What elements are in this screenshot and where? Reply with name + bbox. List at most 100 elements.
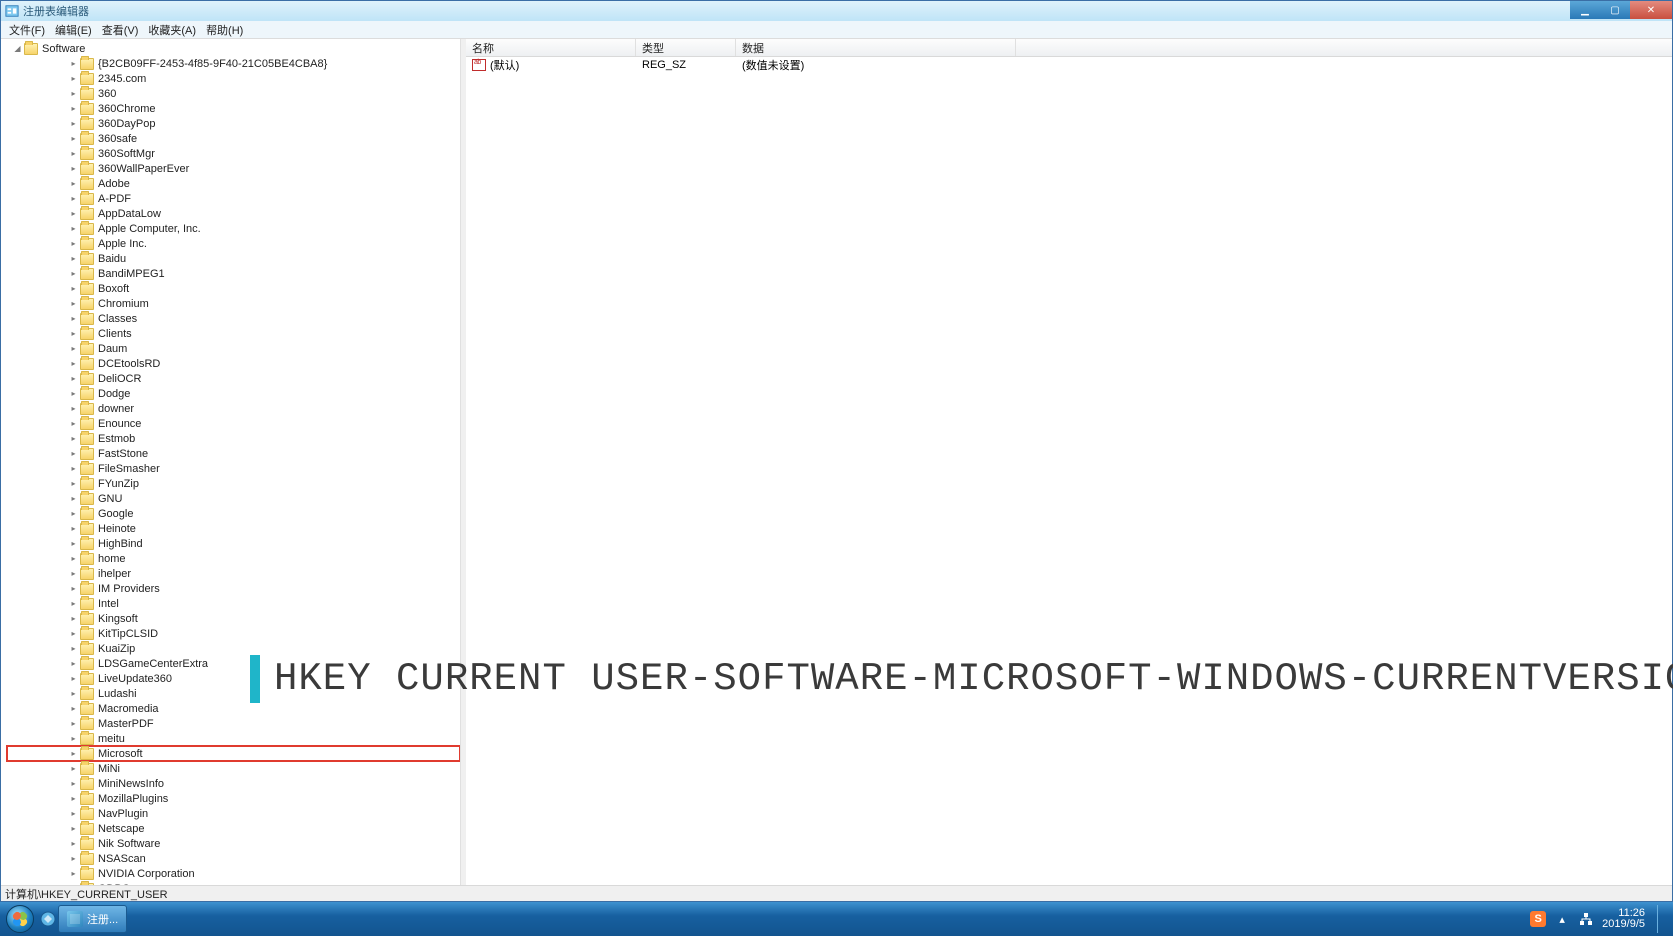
tree-label: Daum xyxy=(98,343,127,355)
tree-item-netscape[interactable]: ▸Netscape xyxy=(7,821,460,836)
tree-label: Baidu xyxy=(98,253,126,265)
tree-item-nsascan[interactable]: ▸NSAScan xyxy=(7,851,460,866)
tree-item-clients[interactable]: ▸Clients xyxy=(7,326,460,341)
tree-item-faststone[interactable]: ▸FastStone xyxy=(7,446,460,461)
taskbar-app-regedit[interactable]: 注册... xyxy=(58,905,127,933)
tree-item-kittipclsid[interactable]: ▸KitTipCLSID xyxy=(7,626,460,641)
tree-item-360safe[interactable]: ▸360safe xyxy=(7,131,460,146)
tree-item-microsoft[interactable]: ▸Microsoft xyxy=(7,746,460,761)
tree-item-daum[interactable]: ▸Daum xyxy=(7,341,460,356)
tree-item-navplugin[interactable]: ▸NavPlugin xyxy=(7,806,460,821)
menu-help[interactable]: 帮助(H) xyxy=(202,21,247,39)
col-name[interactable]: 名称 xyxy=(466,39,636,56)
tree-item-deliocr[interactable]: ▸DeliOCR xyxy=(7,371,460,386)
tree-item-dodge[interactable]: ▸Dodge xyxy=(7,386,460,401)
tree-item-apple-inc[interactable]: ▸Apple Inc. xyxy=(7,236,460,251)
tree-item-gnu[interactable]: ▸GNU xyxy=(7,491,460,506)
value-type: REG_SZ xyxy=(642,59,686,71)
list-body[interactable]: (默认)REG_SZ(数值未设置) xyxy=(466,57,1672,885)
col-data[interactable]: 数据 xyxy=(736,39,1016,56)
menu-view[interactable]: 查看(V) xyxy=(98,21,143,39)
taskbar-app-label: 注册... xyxy=(87,911,118,927)
menu-file[interactable]: 文件(F) xyxy=(5,21,49,39)
tree-item-apple-computer-inc[interactable]: ▸Apple Computer, Inc. xyxy=(7,221,460,236)
tree-item-enounce[interactable]: ▸Enounce xyxy=(7,416,460,431)
tree-item-360daypop[interactable]: ▸360DayPop xyxy=(7,116,460,131)
value-row[interactable]: (默认)REG_SZ(数值未设置) xyxy=(466,57,1672,73)
pinned-app[interactable] xyxy=(40,911,56,927)
tree-item-meitu[interactable]: ▸meitu xyxy=(7,731,460,746)
expand-icon: ▸ xyxy=(69,329,78,338)
windows-orb-icon xyxy=(6,905,34,933)
folder-icon xyxy=(80,598,94,610)
tree-item-ihelper[interactable]: ▸ihelper xyxy=(7,566,460,581)
close-button[interactable]: ✕ xyxy=(1630,1,1672,19)
client-area: ◢Software▸{B2CB09FF-2453-4f85-9F40-21C05… xyxy=(1,39,1672,885)
tree-item-ldsgamecenterextra[interactable]: ▸LDSGameCenterExtra xyxy=(7,656,460,671)
tree-item-bandimpeg1[interactable]: ▸BandiMPEG1 xyxy=(7,266,460,281)
tree-item-ludashi[interactable]: ▸Ludashi xyxy=(7,686,460,701)
network-icon[interactable] xyxy=(1578,911,1594,927)
expand-icon: ▸ xyxy=(69,824,78,833)
maximize-button[interactable]: ▢ xyxy=(1600,1,1630,19)
tree-item-liveupdate360[interactable]: ▸LiveUpdate360 xyxy=(7,671,460,686)
tree-item-appdatalow[interactable]: ▸AppDataLow xyxy=(7,206,460,221)
tree-item-nvidia-corporation[interactable]: ▸NVIDIA Corporation xyxy=(7,866,460,881)
start-button[interactable] xyxy=(0,902,40,936)
window-title: 注册表编辑器 xyxy=(23,3,89,19)
tree-item-highbind[interactable]: ▸HighBind xyxy=(7,536,460,551)
tree-item-dcetoolsrd[interactable]: ▸DCEtoolsRD xyxy=(7,356,460,371)
tree-item-intel[interactable]: ▸Intel xyxy=(7,596,460,611)
expand-icon: ▸ xyxy=(69,284,78,293)
tree-item-adobe[interactable]: ▸Adobe xyxy=(7,176,460,191)
menu-favorites[interactable]: 收藏夹(A) xyxy=(144,21,200,39)
folder-icon xyxy=(80,658,94,670)
col-type[interactable]: 类型 xyxy=(636,39,736,56)
statusbar: 计算机\HKEY_CURRENT_USER xyxy=(1,885,1672,901)
tree-pane[interactable]: ◢Software▸{B2CB09FF-2453-4f85-9F40-21C05… xyxy=(1,39,461,885)
tree-item-classes[interactable]: ▸Classes xyxy=(7,311,460,326)
tree-root-software[interactable]: ◢Software xyxy=(7,41,460,56)
tree-item-heinote[interactable]: ▸Heinote xyxy=(7,521,460,536)
tray-overflow-icon[interactable]: ▴ xyxy=(1554,911,1570,927)
tree-item-mini[interactable]: ▸MiNi xyxy=(7,761,460,776)
tree-item-kuaizip[interactable]: ▸KuaiZip xyxy=(7,641,460,656)
folder-icon xyxy=(80,748,94,760)
tree-item-b2cb09ff-2453-4f85-9f40-21c05be4cba8[interactable]: ▸{B2CB09FF-2453-4f85-9F40-21C05BE4CBA8} xyxy=(7,56,460,71)
tree-label: Adobe xyxy=(98,178,130,190)
tree-item-masterpdf[interactable]: ▸MasterPDF xyxy=(7,716,460,731)
tree-item-nik-software[interactable]: ▸Nik Software xyxy=(7,836,460,851)
tree-item-boxoft[interactable]: ▸Boxoft xyxy=(7,281,460,296)
titlebar[interactable]: 注册表编辑器 ▁ ▢ ✕ xyxy=(1,1,1672,21)
folder-icon xyxy=(80,613,94,625)
expand-icon: ▸ xyxy=(69,839,78,848)
minimize-button[interactable]: ▁ xyxy=(1570,1,1600,19)
tree-item-mozillaplugins[interactable]: ▸MozillaPlugins xyxy=(7,791,460,806)
expand-icon: ▸ xyxy=(69,374,78,383)
tree-item-360[interactable]: ▸360 xyxy=(7,86,460,101)
tree-item-home[interactable]: ▸home xyxy=(7,551,460,566)
tree-item-kingsoft[interactable]: ▸Kingsoft xyxy=(7,611,460,626)
tree-label: Intel xyxy=(98,598,119,610)
tree-item-odbc[interactable]: ▸ODBC xyxy=(7,881,460,885)
show-desktop-button[interactable] xyxy=(1657,905,1667,933)
tree-item-google[interactable]: ▸Google xyxy=(7,506,460,521)
folder-icon xyxy=(80,298,94,310)
tree-item-macromedia[interactable]: ▸Macromedia xyxy=(7,701,460,716)
tree-item-downer[interactable]: ▸downer xyxy=(7,401,460,416)
tree-item-filesmasher[interactable]: ▸FileSmasher xyxy=(7,461,460,476)
menu-edit[interactable]: 编辑(E) xyxy=(51,21,96,39)
tree-item-2345-com[interactable]: ▸2345.com xyxy=(7,71,460,86)
tree-item-360wallpaperever[interactable]: ▸360WallPaperEver xyxy=(7,161,460,176)
tree-item-360softmgr[interactable]: ▸360SoftMgr xyxy=(7,146,460,161)
tree-item-estmob[interactable]: ▸Estmob xyxy=(7,431,460,446)
tree-item-mininewsinfo[interactable]: ▸MiniNewsInfo xyxy=(7,776,460,791)
tree-item-baidu[interactable]: ▸Baidu xyxy=(7,251,460,266)
tree-item-a-pdf[interactable]: ▸A-PDF xyxy=(7,191,460,206)
tree-item-360chrome[interactable]: ▸360Chrome xyxy=(7,101,460,116)
tree-item-fyunzip[interactable]: ▸FYunZip xyxy=(7,476,460,491)
tray-clock[interactable]: 11:26 2019/9/5 xyxy=(1602,908,1645,930)
tree-item-chromium[interactable]: ▸Chromium xyxy=(7,296,460,311)
sogou-ime-icon[interactable]: S xyxy=(1530,911,1546,927)
tree-item-im-providers[interactable]: ▸IM Providers xyxy=(7,581,460,596)
